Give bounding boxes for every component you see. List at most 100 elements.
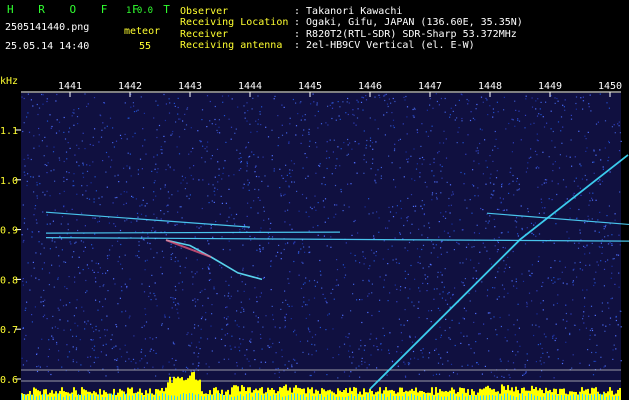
- noise-dot: [221, 328, 223, 330]
- noise-dot: [238, 169, 240, 171]
- noise-dot: [261, 348, 263, 350]
- noise-dot: [423, 213, 425, 216]
- noise-dot: [353, 162, 356, 164]
- noise-dot: [405, 95, 407, 98]
- noise-dot: [40, 296, 42, 298]
- noise-dot: [514, 368, 516, 370]
- audio-level-bars: [21, 371, 621, 400]
- noise-dot: [489, 105, 491, 107]
- noise-dot: [342, 314, 344, 316]
- noise-dot: [192, 178, 194, 180]
- noise-dot: [61, 216, 63, 218]
- noise-dot: [431, 199, 433, 201]
- noise-dot: [156, 252, 158, 254]
- noise-dot: [590, 305, 593, 307]
- noise-dot: [514, 334, 516, 336]
- noise-dot: [71, 208, 73, 210]
- noise-dot: [430, 252, 432, 254]
- noise-dot: [473, 267, 475, 269]
- noise-dot: [487, 289, 489, 291]
- noise-dot: [404, 363, 406, 365]
- noise-dot: [510, 167, 512, 169]
- noise-dot: [603, 285, 605, 287]
- audio-bar-low: [411, 393, 412, 400]
- noise-dot: [148, 295, 150, 298]
- noise-dot: [195, 367, 197, 370]
- noise-dot: [200, 318, 203, 320]
- noise-dot: [115, 140, 118, 142]
- noise-dot: [289, 172, 291, 174]
- noise-dot: [383, 286, 385, 288]
- noise-dot: [207, 240, 209, 242]
- noise-dot: [524, 366, 526, 368]
- noise-dot: [430, 241, 433, 243]
- noise-dot: [550, 95, 552, 97]
- noise-dot: [569, 332, 571, 334]
- noise-dot: [239, 350, 241, 352]
- noise-dot: [289, 224, 291, 226]
- noise-dot: [97, 221, 99, 223]
- noise-dot: [275, 368, 277, 370]
- noise-dot: [224, 160, 226, 162]
- noise-dot: [210, 227, 212, 229]
- noise-dot: [171, 358, 173, 360]
- noise-dot: [257, 321, 259, 323]
- noise-dot: [392, 216, 395, 218]
- noise-dot: [348, 350, 350, 352]
- noise-dot: [488, 350, 490, 352]
- noise-dot: [399, 289, 401, 291]
- noise-dot: [284, 327, 286, 329]
- noise-dot: [245, 147, 247, 149]
- noise-dot: [509, 377, 511, 379]
- noise-dot: [530, 156, 532, 158]
- noise-dot: [326, 150, 328, 152]
- noise-dot: [476, 362, 478, 364]
- noise-dot: [107, 290, 109, 292]
- noise-dot: [603, 228, 605, 230]
- audio-bar-low: [330, 393, 331, 400]
- noise-dot: [173, 102, 175, 104]
- noise-dot: [527, 208, 529, 210]
- audio-bar-low: [192, 393, 193, 400]
- noise-dot: [450, 363, 453, 365]
- noise-dot: [455, 104, 457, 106]
- noise-dot: [609, 324, 611, 326]
- noise-dot: [181, 175, 183, 177]
- noise-dot: [190, 370, 192, 372]
- audio-bar-low: [483, 395, 484, 400]
- noise-dot: [58, 350, 60, 352]
- noise-dot: [174, 260, 176, 263]
- noise-dot: [191, 342, 193, 344]
- noise-dot: [324, 184, 326, 186]
- noise-dot: [269, 228, 271, 230]
- noise-dot: [155, 337, 157, 339]
- noise-dot: [226, 333, 229, 335]
- noise-dot: [328, 157, 330, 159]
- noise-dot: [66, 287, 68, 290]
- noise-dot: [466, 335, 468, 337]
- noise-dot: [473, 160, 475, 162]
- audio-bar: [85, 390, 87, 400]
- noise-dot: [103, 284, 105, 286]
- noise-dot: [64, 286, 66, 288]
- noise-dot: [460, 93, 462, 95]
- noise-dot: [92, 144, 94, 146]
- noise-dot: [446, 303, 449, 305]
- noise-dot: [540, 114, 542, 116]
- noise-dot: [32, 261, 34, 263]
- noise-dot: [234, 223, 236, 225]
- noise-dot: [105, 171, 107, 173]
- noise-dot: [431, 125, 433, 127]
- noise-dot: [323, 176, 325, 179]
- audio-bar: [211, 394, 213, 400]
- audio-bar-low: [522, 393, 523, 400]
- noise-dot: [347, 97, 349, 100]
- noise-dot: [69, 302, 71, 304]
- noise-dot: [224, 334, 226, 336]
- noise-dot: [546, 318, 548, 320]
- noise-dot: [270, 260, 272, 262]
- noise-dot: [617, 123, 619, 125]
- audio-bar: [619, 388, 621, 400]
- noise-dot: [440, 247, 442, 249]
- y-tick-label-1.1: 1.1: [0, 126, 18, 137]
